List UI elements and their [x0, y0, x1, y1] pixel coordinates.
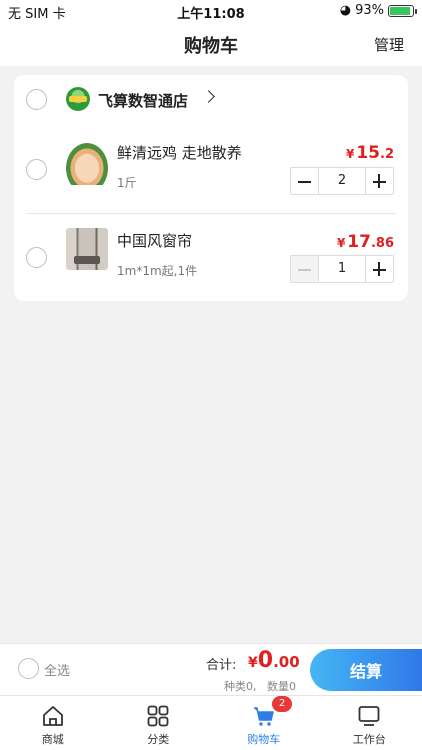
product-name[interactable]: 中国风窗帘	[117, 230, 192, 251]
item-select-radio[interactable]	[26, 159, 47, 180]
tab-bar: 商城 分类 2 购物车 工作台	[0, 695, 422, 750]
checkout-button[interactable]: 结算	[310, 649, 422, 691]
tab-cart[interactable]: 2 购物车	[211, 696, 317, 750]
tab-label: 工作台	[352, 733, 386, 746]
orientation-lock-icon: ◕	[339, 3, 352, 18]
chevron-right-icon[interactable]	[202, 90, 215, 103]
tab-label: 分类	[147, 733, 170, 746]
tab-category[interactable]: 分类	[106, 696, 212, 750]
total-price: ¥0.00	[248, 648, 300, 673]
product-price: ¥15.2	[346, 143, 394, 163]
select-all-label[interactable]: 全选	[44, 660, 70, 679]
tab-workbench[interactable]: 工作台	[317, 696, 422, 750]
currency-symbol: ¥	[345, 147, 355, 161]
total-label: 合计:	[206, 658, 237, 673]
product-name[interactable]: 鲜清远鸡 走地散养	[117, 142, 242, 163]
checkout-bar: 全选 合计: ¥0.00 种类0, 数量0 结算	[0, 643, 422, 695]
quantity-stepper: 2	[290, 167, 394, 195]
currency-symbol: ¥	[248, 655, 258, 671]
status-bar: 无 SIM 卡 上午11:08 ◕ 93%	[0, 0, 422, 22]
curtain-thumb[interactable]	[66, 228, 108, 270]
chicken-thumb[interactable]	[66, 143, 108, 185]
shop-logo	[66, 87, 90, 111]
cart-counts: 种类0, 数量0	[224, 678, 296, 694]
status-right: ◕ 93%	[339, 3, 417, 18]
increase-button[interactable]	[366, 168, 393, 194]
decrease-button[interactable]	[291, 256, 318, 282]
monitor-icon	[358, 706, 380, 726]
nav-bar: 购物车 管理	[0, 22, 422, 66]
quantity-value[interactable]: 2	[318, 168, 366, 194]
quantity-value[interactable]: 1	[318, 256, 366, 282]
item-divider	[26, 213, 396, 214]
price-dec: .86	[370, 236, 394, 251]
kinds-count: 种类0,	[224, 680, 257, 693]
battery-percent: 93%	[355, 3, 384, 18]
decrease-button[interactable]	[291, 168, 318, 194]
item-select-radio[interactable]	[26, 247, 47, 268]
quantity-count: 数量0	[267, 680, 296, 693]
home-icon	[42, 706, 63, 726]
price-dec: .2	[380, 147, 394, 162]
tab-mall[interactable]: 商城	[0, 696, 106, 750]
page-title: 购物车	[184, 36, 238, 57]
product-spec: 1m*1m起,1件	[117, 264, 198, 278]
shop-select-radio[interactable]	[26, 89, 47, 110]
price-int: 15	[356, 143, 381, 163]
currency-symbol: ¥	[336, 236, 346, 250]
shop-card: 飞算数智通店 鲜清远鸡 走地散养 1斤 ¥15.2 2 中国风窗帘 1m*1m起…	[14, 75, 408, 301]
total-int: 0	[257, 648, 274, 673]
manage-button[interactable]: 管理	[374, 34, 404, 55]
tab-label: 购物车	[247, 733, 281, 746]
grid-icon	[147, 705, 169, 727]
price-int: 17	[347, 232, 371, 252]
shop-name[interactable]: 飞算数智通店	[98, 90, 188, 111]
tab-label: 商城	[41, 733, 64, 746]
increase-button[interactable]	[366, 256, 393, 282]
battery-icon	[388, 4, 417, 17]
select-all-radio[interactable]	[18, 658, 39, 679]
cart-badge: 2	[272, 696, 293, 712]
product-spec: 1斤	[117, 176, 137, 190]
quantity-stepper: 1	[290, 255, 394, 283]
total-dec: .00	[273, 653, 300, 671]
product-price: ¥17.86	[337, 232, 394, 252]
